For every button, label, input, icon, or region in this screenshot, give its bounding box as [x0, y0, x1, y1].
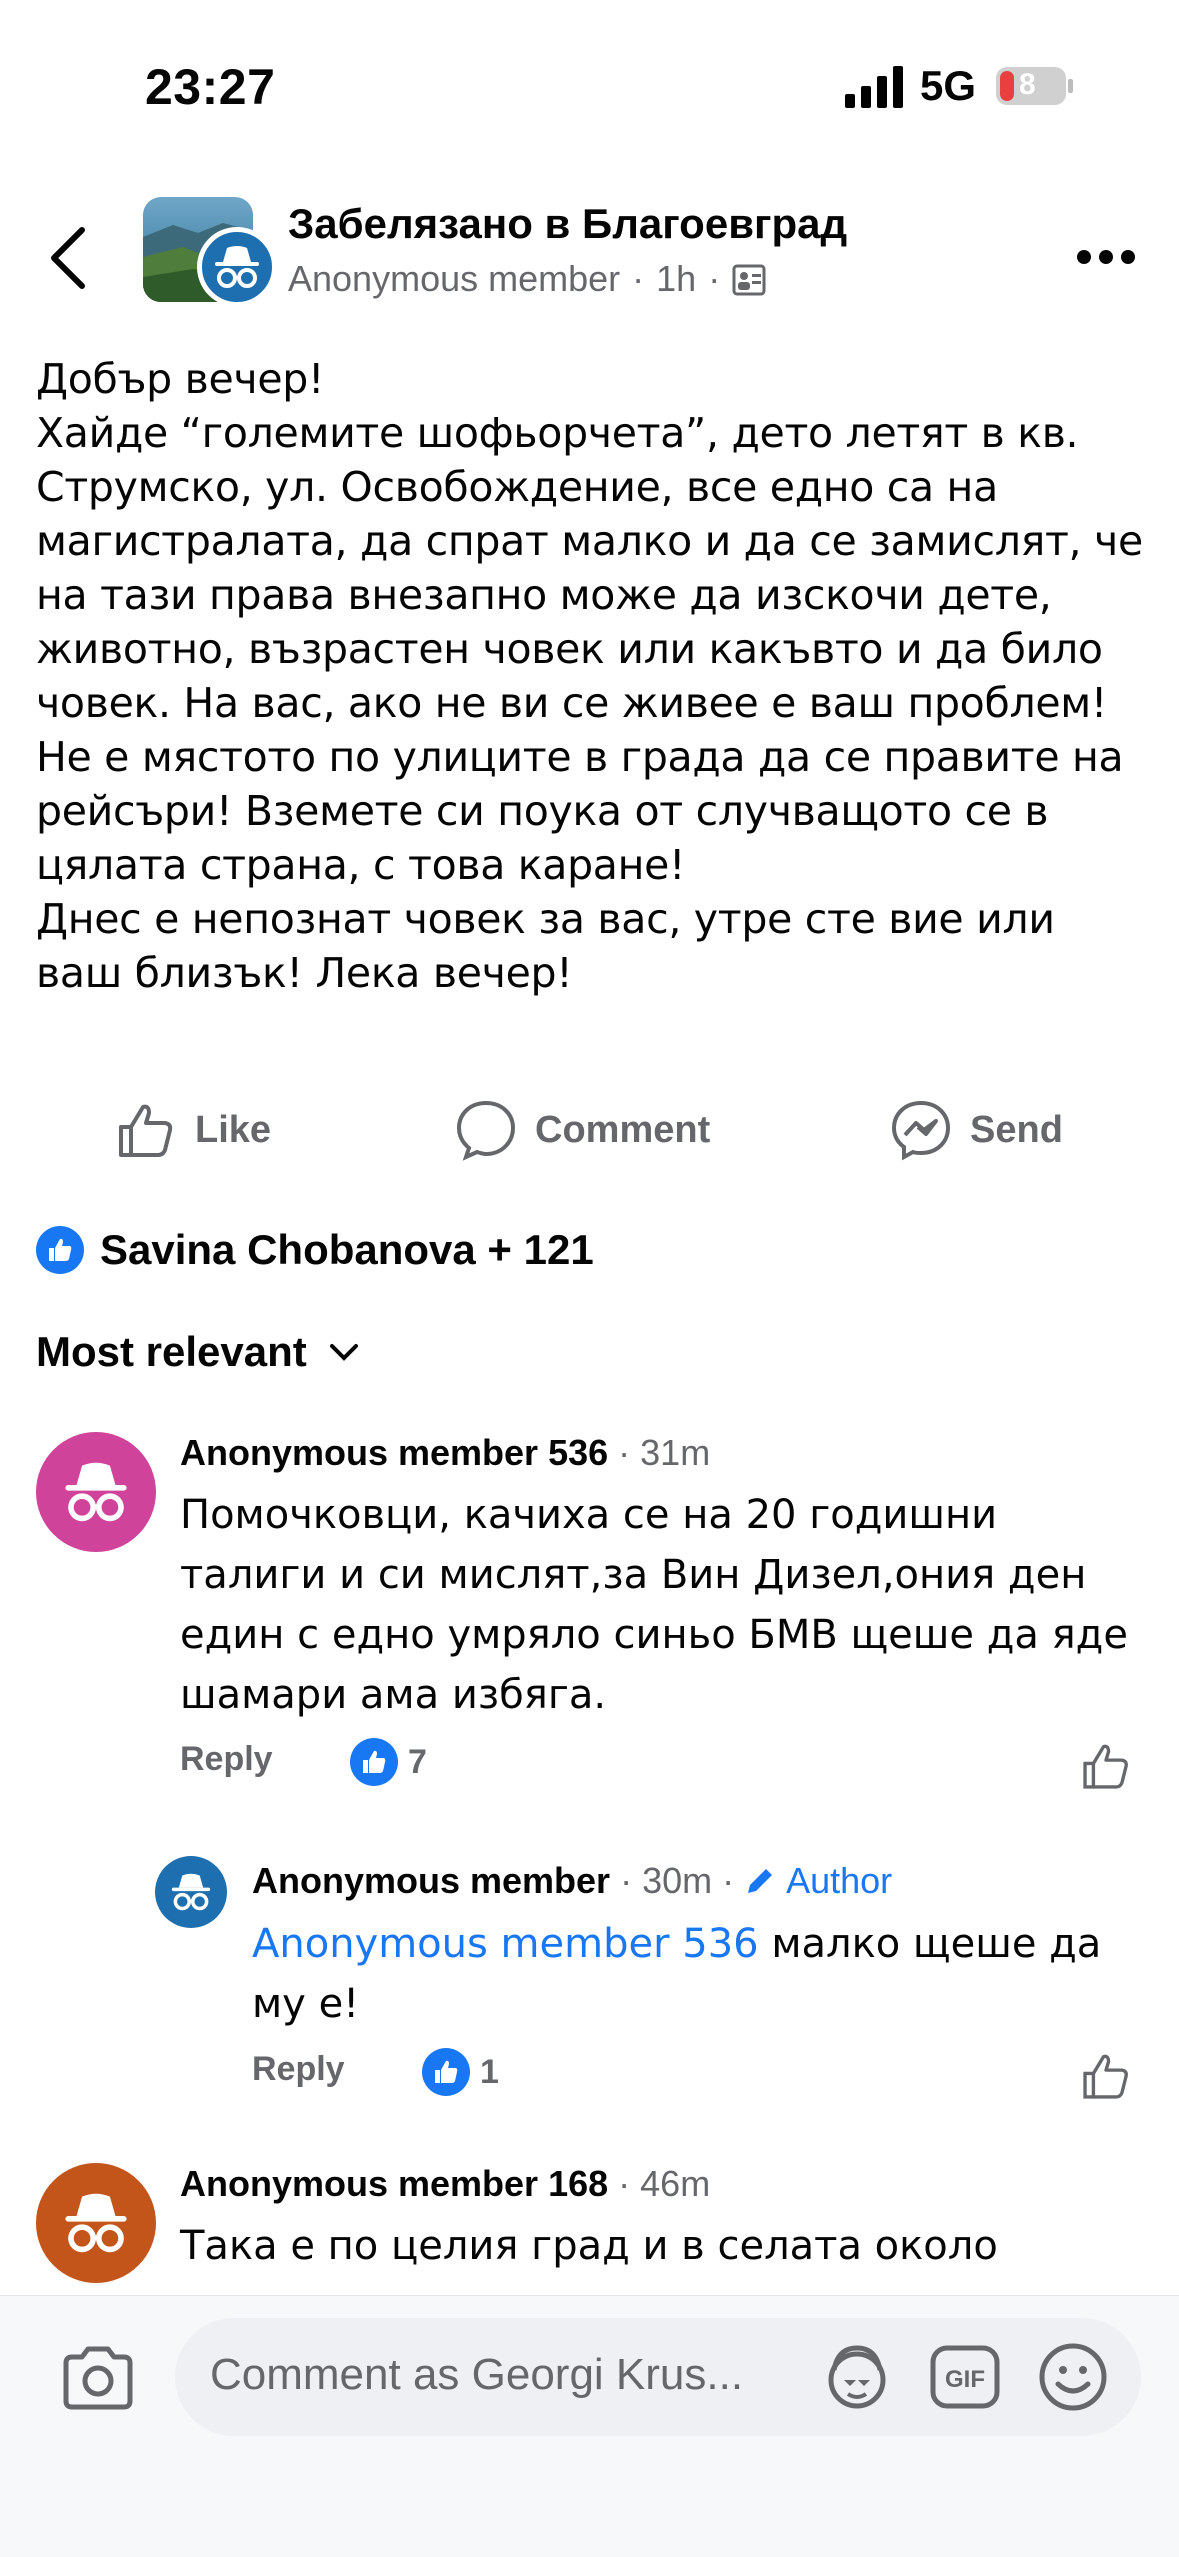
comment-like-icon[interactable] [1080, 1740, 1132, 1792]
like-reaction-icon [36, 1226, 84, 1274]
commenter-name-text[interactable]: Anonymous member 536 [180, 1432, 608, 1473]
pencil-icon [748, 1869, 773, 1893]
send-label: Send [970, 1108, 1063, 1151]
battery-icon: 8 [995, 66, 1075, 106]
mention-link[interactable]: Anonymous member 536 [252, 1921, 759, 1967]
emoji-icon[interactable] [1036, 2340, 1110, 2414]
comment-time: · 46m [618, 2163, 711, 2204]
battery-level: 8 [1019, 68, 1036, 101]
commenter-name[interactable]: Anonymous member 168 · 46m [180, 2163, 710, 2205]
comment-likes[interactable]: 7 [350, 1738, 427, 1786]
reply-button[interactable]: Reply [180, 1740, 273, 1779]
post-time: 1h [656, 258, 697, 299]
back-arrow-icon[interactable] [48, 226, 88, 290]
like-reaction-icon [422, 2048, 470, 2096]
svg-text:GIF: GIF [945, 2366, 985, 2393]
commenter-name-text[interactable]: Anonymous member 168 [180, 2163, 608, 2204]
meta-separator: · [632, 258, 645, 299]
sort-label: Most relevant [36, 1328, 307, 1375]
post-author: Anonymous member [288, 258, 621, 299]
comment-like-icon[interactable] [1080, 2050, 1132, 2102]
author-badge: Author [786, 1860, 893, 1901]
commenter-avatar[interactable] [155, 1856, 227, 1928]
meta-separator: · [708, 258, 721, 299]
group-audience-icon [732, 264, 766, 296]
reply-button[interactable]: Reply [252, 2050, 345, 2089]
comment-label: Comment [535, 1108, 711, 1151]
camera-icon[interactable] [60, 2345, 136, 2411]
messenger-icon [891, 1100, 951, 1161]
anonymous-badge-icon [197, 227, 277, 307]
like-button[interactable]: Like [115, 1095, 271, 1165]
reactions-summary[interactable]: Savina Chobanova + 121 [36, 1226, 594, 1274]
like-label: Like [195, 1108, 272, 1151]
comment-text: Така е по целия град и в селата около [180, 2223, 998, 2269]
comment-time: · 31m [618, 1432, 711, 1473]
thumbs-up-icon [119, 1104, 173, 1157]
reactions-text: Savina Chobanova + 121 [100, 1226, 594, 1273]
like-count: 7 [408, 1742, 427, 1781]
post-body-text: Добър вечер! Хайде “големите шофьорчета”… [36, 355, 1143, 997]
cellular-signal-icon [845, 66, 903, 108]
avatar-sticker-icon[interactable] [820, 2340, 894, 2414]
comment-bubble-icon [456, 1100, 516, 1161]
comment-likes[interactable]: 1 [422, 2048, 499, 2096]
commenter-name-text[interactable]: Anonymous member [252, 1860, 610, 1902]
status-time: 23:27 [145, 59, 276, 115]
post-meta: Anonymous member · 1h · [288, 258, 766, 300]
commenter-avatar[interactable] [36, 1432, 156, 1552]
group-name[interactable]: Забелязано в Благоевград [288, 200, 847, 248]
commenter-name[interactable]: Anonymous member 536 · 31m [180, 1432, 710, 1474]
comment-actions: Reply [180, 1740, 273, 1779]
comment-text: Помочковци, качиха се на 20 годишни тали… [180, 1492, 1141, 1718]
gif-icon[interactable]: GIF [928, 2340, 1002, 2414]
comment-input-placeholder[interactable]: Comment as Georgi Krus... [210, 2350, 743, 2400]
commenter-avatar[interactable] [36, 2163, 156, 2283]
commenter-name[interactable]: Anonymous member · 30m · Author [252, 1860, 892, 1902]
chevron-down-icon [329, 1344, 358, 1361]
comment-actions: Reply [252, 2050, 345, 2089]
comment-text: Anonymous member 536 малко щеше да му е! [252, 1914, 1132, 2034]
more-options-icon[interactable] [1076, 247, 1136, 267]
comment-sort-dropdown[interactable]: Most relevant [36, 1328, 359, 1376]
comment-button[interactable]: Comment [455, 1095, 710, 1165]
send-button[interactable]: Send [890, 1095, 1063, 1165]
like-count: 1 [480, 2052, 499, 2091]
network-type: 5G [920, 62, 977, 109]
comment-time: · 30m · [620, 1860, 735, 1901]
like-reaction-icon [350, 1738, 398, 1786]
